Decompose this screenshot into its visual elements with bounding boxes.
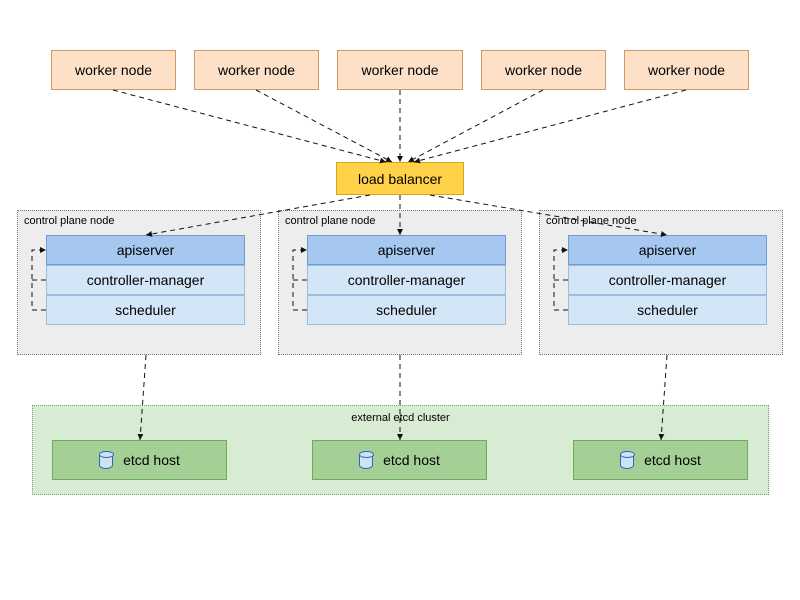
worker-node-box: worker node [624, 50, 749, 90]
etcd-host-label: etcd host [644, 452, 701, 468]
worker-node-box: worker node [337, 50, 463, 90]
worker-node-label: worker node [505, 62, 582, 78]
scheduler-box: scheduler [568, 295, 767, 325]
scheduler-box: scheduler [46, 295, 245, 325]
etcd-host-box: etcd host [573, 440, 748, 480]
worker-node-label: worker node [218, 62, 295, 78]
etcd-host-label: etcd host [123, 452, 180, 468]
control-plane-label: control plane node [285, 215, 376, 227]
controller-manager-label: controller-manager [87, 272, 205, 288]
worker-node-label: worker node [648, 62, 725, 78]
scheduler-label: scheduler [115, 302, 176, 318]
worker-node-box: worker node [481, 50, 606, 90]
load-balancer-box: load balancer [336, 162, 464, 195]
controller-manager-box: controller-manager [307, 265, 506, 295]
load-balancer-label: load balancer [358, 171, 442, 187]
apiserver-label: apiserver [117, 242, 175, 258]
control-plane-label: control plane node [24, 215, 115, 227]
worker-node-label: worker node [75, 62, 152, 78]
scheduler-label: scheduler [637, 302, 698, 318]
worker-node-label: worker node [361, 62, 438, 78]
scheduler-box: scheduler [307, 295, 506, 325]
etcd-cluster-label: external etcd cluster [33, 412, 768, 424]
apiserver-label: apiserver [378, 242, 436, 258]
etcd-host-box: etcd host [52, 440, 227, 480]
controller-manager-label: controller-manager [348, 272, 466, 288]
scheduler-label: scheduler [376, 302, 437, 318]
etcd-host-label: etcd host [383, 452, 440, 468]
apiserver-box: apiserver [568, 235, 767, 265]
controller-manager-label: controller-manager [609, 272, 727, 288]
apiserver-box: apiserver [46, 235, 245, 265]
controller-manager-box: controller-manager [46, 265, 245, 295]
worker-node-box: worker node [51, 50, 176, 90]
controller-manager-box: controller-manager [568, 265, 767, 295]
etcd-host-box: etcd host [312, 440, 487, 480]
worker-node-box: worker node [194, 50, 319, 90]
database-icon [620, 451, 634, 469]
database-icon [99, 451, 113, 469]
database-icon [359, 451, 373, 469]
control-plane-label: control plane node [546, 215, 637, 227]
apiserver-label: apiserver [639, 242, 697, 258]
apiserver-box: apiserver [307, 235, 506, 265]
